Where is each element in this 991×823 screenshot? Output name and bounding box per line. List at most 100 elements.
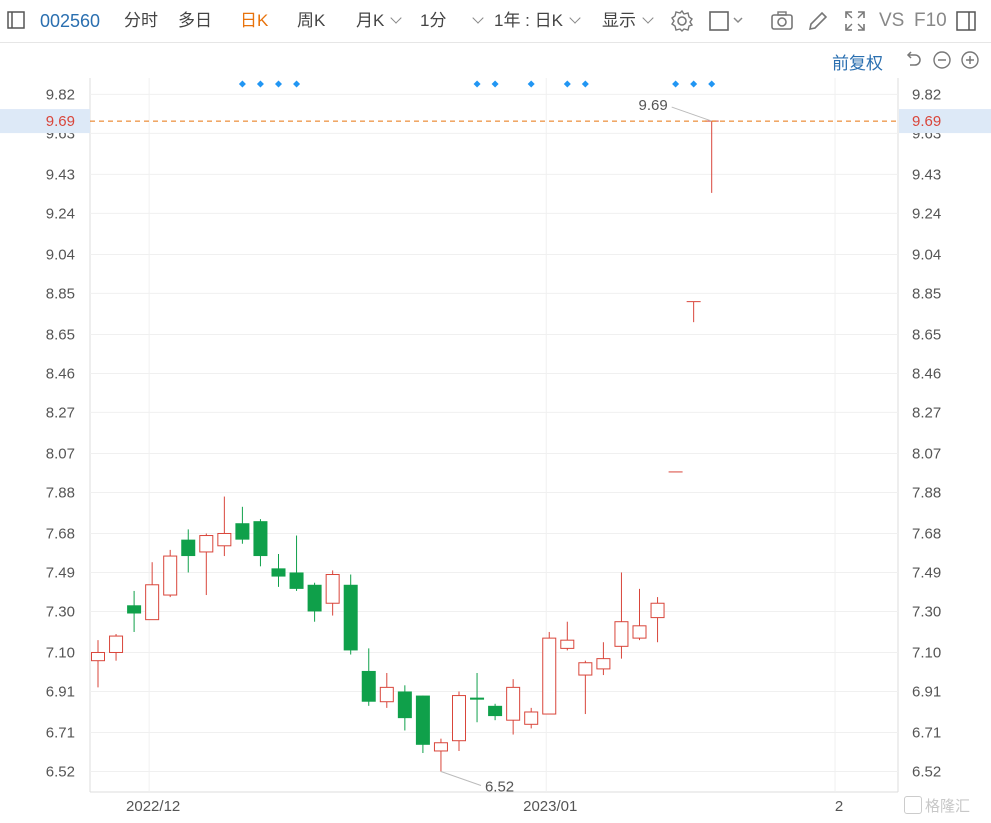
x-tick-label: 2023/01: [523, 798, 577, 815]
candle-body: [271, 568, 286, 577]
candle-body: [343, 584, 358, 651]
tab-monthly-k-label: 月K: [356, 11, 385, 30]
event-marker: [563, 80, 571, 88]
y-tick-label: 7.10: [46, 644, 75, 661]
chevron-down-icon: [472, 12, 485, 24]
candle-body: [163, 555, 178, 596]
stock-code[interactable]: 002560: [40, 10, 100, 32]
candle-body: [235, 523, 250, 540]
y-tick-label: 7.88: [46, 484, 75, 501]
y-tick-label: 9.24: [912, 205, 941, 222]
event-marker: [527, 80, 535, 88]
y-axis-right: 9.82 9.63 9.43 9.24 9.04 8.85 8.65 8.46 8.27 8.07…: [912, 86, 941, 780]
x-tick-label: 2022/12: [126, 798, 180, 815]
y-tick-label: 9.04: [46, 246, 75, 263]
candle-body: [199, 535, 214, 553]
event-marker: [473, 80, 481, 88]
y-tick-label: 7.30: [46, 603, 75, 620]
x-tick-label: 2: [835, 798, 843, 815]
candle-body: [614, 621, 629, 647]
zoom-out-icon[interactable]: [932, 50, 952, 70]
current-price-label-right: 9.69: [912, 113, 941, 130]
gear-icon[interactable]: [670, 9, 694, 33]
tab-intraday[interactable]: 分时: [124, 10, 158, 32]
y-tick-label: 9.04: [912, 246, 941, 263]
price-highlight-right: [899, 109, 991, 134]
candle-body: [433, 742, 448, 752]
y-tick-label: 6.91: [912, 683, 941, 700]
pencil-icon[interactable]: [806, 9, 830, 33]
adjust-mode-button[interactable]: 前复权: [832, 49, 883, 74]
y-tick-label: 8.07: [912, 445, 941, 462]
y-tick-label: 8.65: [46, 326, 75, 343]
candle-body: [560, 639, 575, 649]
fullscreen-icon[interactable]: [843, 9, 867, 33]
event-marker: [581, 80, 589, 88]
watermark-text: 格隆汇: [925, 798, 971, 815]
candle-body: [379, 686, 394, 703]
chevron-down-icon: [642, 12, 654, 24]
toolbar: 002560 分时 多日 日K 周K 月K 1分 1年 : 日K 显示 VS F…: [0, 0, 991, 43]
watermark-logo-icon: [904, 796, 922, 814]
color-square-icon[interactable]: [708, 9, 748, 33]
min-price-label: 6.52: [485, 778, 514, 795]
vs-button[interactable]: VS: [879, 10, 904, 32]
interval-label: 1分: [420, 11, 447, 30]
interval-select[interactable]: 1分: [420, 10, 485, 32]
event-marker: [491, 80, 499, 88]
candle-body: [307, 584, 322, 612]
y-tick-label: 9.63: [912, 125, 941, 142]
y-tick-label: 9.43: [46, 166, 75, 183]
y-tick-label: 7.88: [912, 484, 941, 501]
tab-daily-k[interactable]: 日K: [240, 10, 268, 32]
candle-body: [578, 662, 593, 676]
candle-body: [542, 637, 557, 715]
candle-body: [452, 695, 466, 742]
f10-button[interactable]: F10: [914, 10, 947, 32]
price-highlight-left: [0, 109, 90, 134]
event-marker: [293, 80, 301, 88]
min-leader-line: [440, 771, 482, 786]
y-tick-label: 8.65: [912, 326, 941, 343]
panel-toggle-icon[interactable]: [955, 9, 977, 33]
tab-weekly-k[interactable]: 周K: [297, 10, 325, 32]
candle-body: [127, 605, 142, 614]
y-tick-label: 8.46: [912, 365, 941, 382]
candle-body: [488, 705, 503, 717]
event-marker: [275, 80, 282, 88]
candle-body: [91, 651, 105, 662]
x-axis: 2022/12 2023/01 2: [126, 798, 843, 815]
candle-body: [109, 635, 124, 653]
event-marker: [238, 80, 246, 88]
y-tick-label: 8.27: [46, 404, 75, 421]
tab-monthly-k[interactable]: 月K: [356, 10, 403, 32]
undo-icon[interactable]: [904, 50, 924, 70]
max-price-label: 9.69: [638, 97, 667, 114]
candle-body: [470, 697, 485, 700]
y-tick-label: 7.68: [912, 525, 941, 542]
candle-body: [217, 532, 232, 547]
candlestick-chart[interactable]: 9.82 9.63 9.43 9.24 9.04 8.85 8.65 8.46 8.27 8.07…: [0, 0, 991, 823]
y-axis-left: 9.82 9.63 9.43 9.24 9.04 8.85 8.65 8.46 8.27 8.07…: [46, 86, 75, 780]
candle-body: [506, 686, 521, 721]
y-tick-label: 9.82: [46, 86, 75, 103]
y-tick-label: 7.49: [46, 564, 75, 581]
range-select[interactable]: 1年 : 日K: [494, 10, 581, 32]
chevron-down-icon: [390, 12, 403, 24]
display-select[interactable]: 显示: [602, 10, 654, 32]
tab-multi-day[interactable]: 多日: [178, 10, 212, 32]
range-label: 1年 : 日K: [494, 11, 563, 30]
candle-body: [181, 539, 196, 557]
max-leader-line: [671, 106, 712, 122]
sidebar-toggle-icon[interactable]: [6, 10, 26, 30]
grid-lines: [89, 78, 899, 793]
y-tick-label: 8.85: [46, 285, 75, 302]
candle-body: [650, 602, 665, 619]
y-tick-label: 8.07: [46, 445, 75, 462]
camera-icon[interactable]: [770, 9, 794, 33]
zoom-in-icon[interactable]: [960, 50, 980, 70]
y-tick-label: 9.63: [46, 125, 75, 142]
candle-body: [397, 691, 412, 719]
y-tick-label: 7.10: [912, 644, 941, 661]
candles: [91, 120, 719, 772]
